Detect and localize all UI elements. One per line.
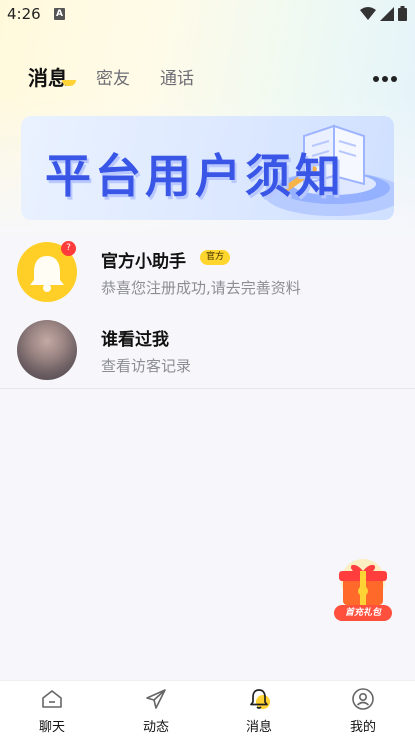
nav-label: 我的 bbox=[349, 720, 376, 735]
bell-icon bbox=[250, 689, 270, 709]
list-item-visitors[interactable]: 谁看过我 查看访客记录 bbox=[0, 308, 415, 384]
list-divider bbox=[0, 388, 415, 389]
battery-icon bbox=[398, 6, 407, 21]
more-dot-icon bbox=[373, 76, 379, 82]
item-title: 官方小助手 bbox=[101, 252, 186, 272]
more-dot-icon bbox=[391, 76, 397, 82]
profile-icon bbox=[352, 688, 374, 710]
gift-label: 首充礼包 bbox=[334, 605, 392, 621]
status-bar: 4:26 A bbox=[0, 0, 415, 30]
send-icon bbox=[146, 689, 166, 709]
bottom-nav: 聊天 动态 消息 我的 bbox=[0, 680, 415, 740]
nav-label: 聊天 bbox=[38, 720, 65, 735]
tab-calls[interactable]: 通话 bbox=[160, 64, 194, 89]
notification-a-icon: A bbox=[54, 8, 65, 20]
item-subtitle: 恭喜您注册成功,请去完善资料 bbox=[101, 279, 301, 297]
notice-banner[interactable]: 平台用户须知 bbox=[21, 116, 394, 220]
nav-label: 消息 bbox=[245, 720, 272, 735]
status-icons bbox=[360, 6, 407, 21]
list-item-official-assistant[interactable]: ? 官方小助手 官方 恭喜您注册成功,请去完善资料 bbox=[0, 230, 415, 306]
unread-badge: ? bbox=[61, 241, 76, 256]
status-time: 4:26 bbox=[7, 5, 41, 23]
tab-messages[interactable]: 消息 bbox=[28, 62, 68, 91]
signal-icon bbox=[380, 6, 394, 21]
more-options-button[interactable] bbox=[373, 72, 399, 86]
nav-item-messages[interactable]: 消息 bbox=[207, 681, 311, 740]
wifi-icon bbox=[360, 6, 376, 20]
first-recharge-gift-button[interactable]: 首充礼包 bbox=[331, 557, 395, 623]
tab-close-friends[interactable]: 密友 bbox=[96, 64, 130, 89]
item-title: 谁看过我 bbox=[101, 330, 169, 350]
visitor-avatar bbox=[17, 320, 77, 380]
official-tag: 官方 bbox=[200, 250, 231, 265]
more-dot-icon bbox=[382, 76, 388, 82]
nav-label: 动态 bbox=[142, 720, 169, 735]
nav-item-chat[interactable]: 聊天 bbox=[0, 681, 104, 740]
home-icon bbox=[42, 690, 62, 708]
banner-title: 平台用户须知 bbox=[45, 149, 345, 203]
gift-box-icon bbox=[339, 559, 387, 605]
nav-item-moments[interactable]: 动态 bbox=[104, 681, 208, 740]
nav-item-profile[interactable]: 我的 bbox=[311, 681, 415, 740]
item-subtitle: 查看访客记录 bbox=[101, 357, 192, 375]
